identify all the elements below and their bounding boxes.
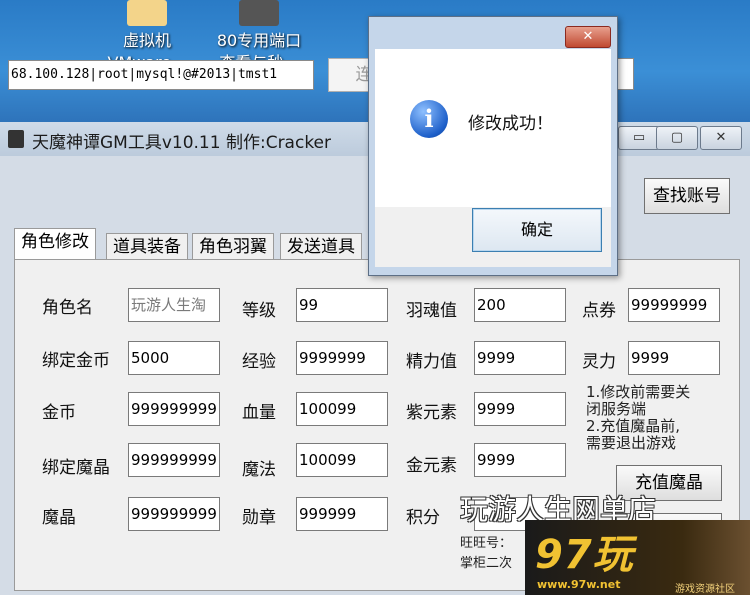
window-title: 天魔神谭GM工具v10.11 制作:Cracker: [32, 133, 332, 153]
points-label: 点券: [582, 301, 616, 321]
gold-element-label: 金元素: [406, 456, 457, 476]
level-field[interactable]: 99: [296, 288, 388, 322]
tab-items-equipment[interactable]: 道具装备: [106, 233, 188, 260]
mp-field[interactable]: 100099: [296, 443, 388, 477]
close-button[interactable]: ✕: [700, 126, 742, 150]
hp-label: 血量: [242, 403, 276, 423]
watermark-line: 掌柜二次: [460, 556, 513, 571]
note-line: 需要退出游戏: [586, 434, 677, 452]
gold-element-field[interactable]: 9999: [474, 443, 566, 477]
tab-role-edit[interactable]: 角色修改: [14, 228, 96, 261]
note-line: 1.修改前需要关: [586, 383, 691, 401]
level-label: 等级: [242, 301, 276, 321]
feather-soul-field[interactable]: 200: [474, 288, 566, 322]
vmware-icon: [127, 0, 167, 26]
find-account-button[interactable]: 查找账号: [644, 178, 730, 214]
purple-element-field[interactable]: 9999: [474, 392, 566, 426]
maximize-button[interactable]: ▢: [656, 126, 698, 150]
dialog-message: 修改成功！: [468, 114, 553, 134]
experience-label: 经验: [242, 352, 276, 372]
minimize-button[interactable]: ▭: [618, 126, 660, 150]
bound-gold-field[interactable]: 5000: [128, 341, 220, 375]
role-name-field[interactable]: 玩游人生淘: [128, 288, 220, 322]
medal-field[interactable]: 999999: [296, 497, 388, 531]
bound-gold-label: 绑定金币: [42, 351, 110, 371]
notes: 1.修改前需要关 闭服务端 2.充值魔晶前, 需要退出游戏: [586, 384, 690, 452]
connection-string-input[interactable]: 68.100.128|root|mysql!@#2013|tmst1: [8, 60, 314, 90]
note-line: 闭服务端: [586, 400, 647, 418]
feather-soul-label: 羽魂值: [406, 301, 457, 321]
hp-field[interactable]: 100099: [296, 392, 388, 426]
crystal-label: 魔晶: [42, 508, 76, 528]
desktop-icon-label: 虚拟机: [122, 31, 171, 50]
info-icon: i: [410, 100, 448, 138]
experience-field[interactable]: 9999999: [296, 341, 388, 375]
medal-label: 勋章: [242, 508, 276, 528]
crystal-field[interactable]: 999999999: [128, 497, 220, 531]
gold-label: 金币: [42, 403, 76, 423]
bound-crystal-field[interactable]: 999999999: [128, 443, 220, 477]
logo-url: www.97w.net: [537, 578, 621, 591]
watermark-line: 旺旺号：: [460, 536, 513, 551]
logo-text: 97玩: [535, 532, 634, 578]
note-line: 2.充值魔晶前,: [586, 417, 681, 435]
app-icon: [8, 130, 24, 148]
points-field[interactable]: 99999999: [628, 288, 720, 322]
ok-button[interactable]: 确定: [472, 208, 602, 252]
energy-label: 精力值: [406, 352, 457, 372]
gold-field[interactable]: 999999999: [128, 392, 220, 426]
spirit-label: 灵力: [582, 352, 616, 372]
dialog-close-button[interactable]: ✕: [565, 26, 611, 48]
mp-label: 魔法: [242, 460, 276, 480]
logo-tagline: 游戏资源社区: [675, 584, 735, 595]
spirit-field[interactable]: 9999: [628, 341, 720, 375]
desktop-icon-label: 80专用端口: [216, 31, 302, 50]
port-icon: [239, 0, 279, 26]
energy-field[interactable]: 9999: [474, 341, 566, 375]
purple-element-label: 紫元素: [406, 403, 457, 423]
tab-send-items[interactable]: 发送道具: [280, 233, 362, 260]
site-logo: 97玩 www.97w.net 游戏资源社区: [525, 520, 750, 595]
role-name-label: 角色名: [42, 298, 93, 318]
tab-role-wings[interactable]: 角色羽翼: [192, 233, 274, 260]
bound-crystal-label: 绑定魔晶: [42, 458, 110, 478]
